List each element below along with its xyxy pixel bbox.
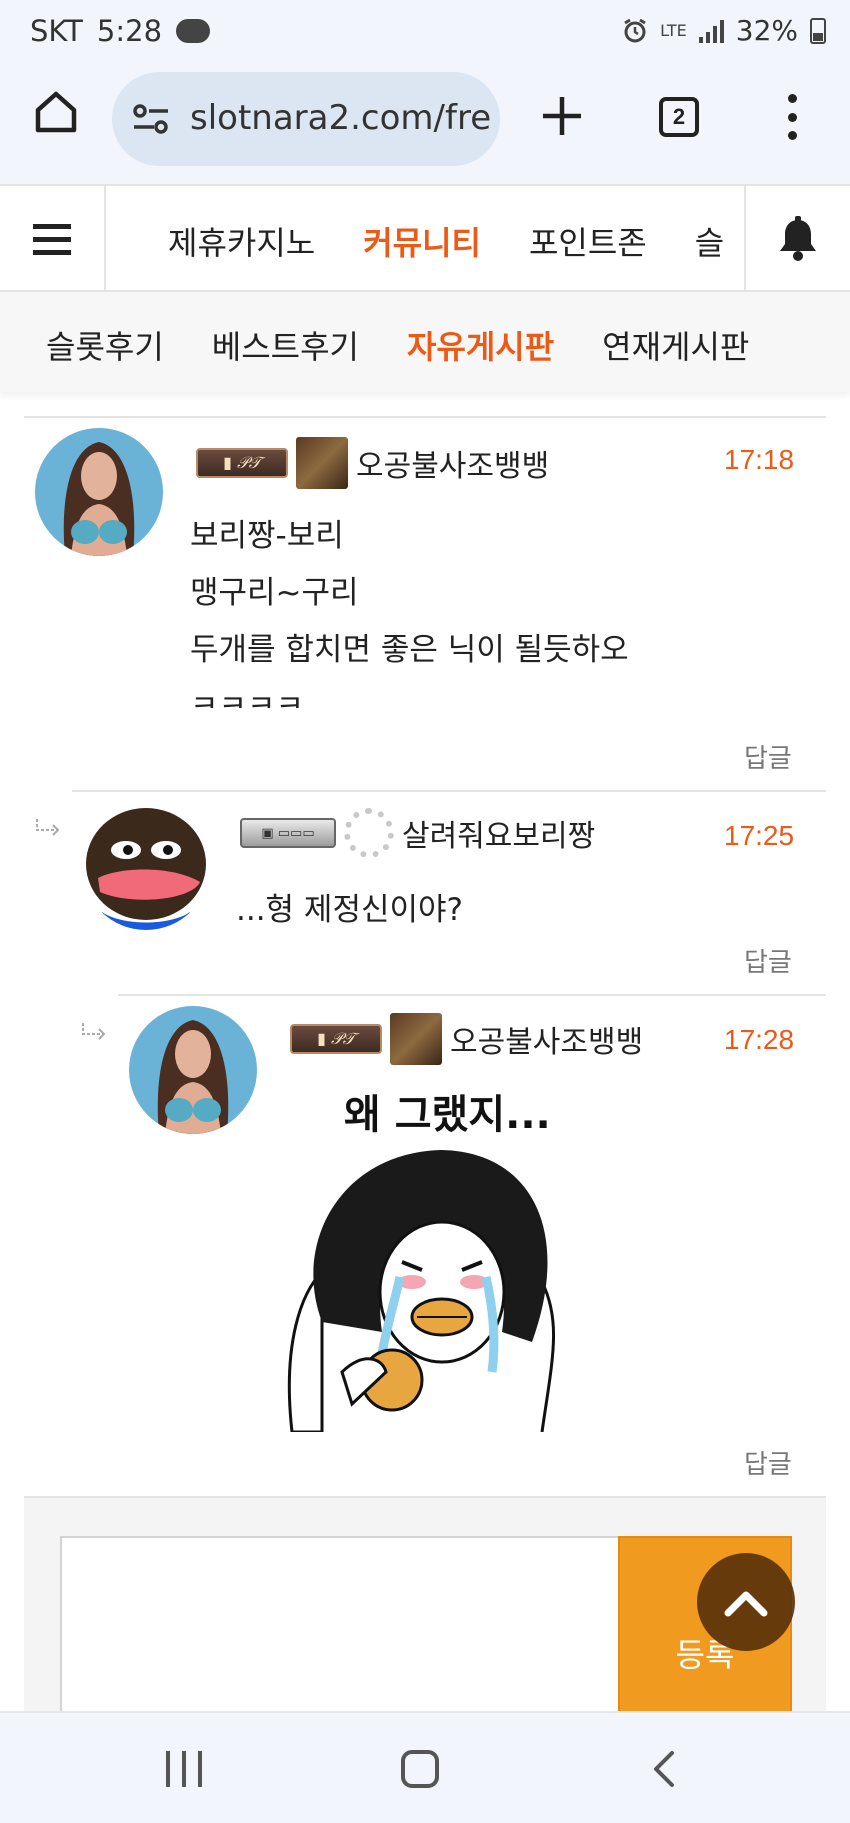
tab-switcher-button[interactable]: 2 [659,97,699,137]
home-icon[interactable] [32,88,80,136]
site-settings-icon[interactable] [132,102,170,136]
cloud-icon [176,19,211,43]
comment-author[interactable]: 오공불사조뱅뱅 [450,1017,643,1061]
comment-sticker: 왜 그랬지... [282,1082,612,1442]
carrier-label: SKT [30,14,83,48]
status-bar: SKT 5:28 LTE 32% [0,0,850,66]
comment-line: 맹구리~구리 [190,575,359,611]
tab-best-review[interactable]: 베스트후기 [212,322,359,368]
address-bar[interactable]: slotnara2.com/free [112,72,500,166]
chevron-up-icon[interactable] [724,1587,768,1617]
rank-badge [390,1013,442,1065]
alarm-icon [624,18,646,42]
clock: 5:28 [96,14,163,48]
tab-slot-review[interactable]: 슬롯후기 [46,322,164,368]
bell-icon[interactable] [777,216,819,262]
signal-icon [698,19,724,43]
status-right: LTE 32% [622,14,826,47]
comment-time: 17:28 [724,1024,795,1055]
level-badge: ▮ 𝒫𝒯 [196,448,288,478]
comment-line: ㅋㅋㅋㅋ [190,689,305,708]
system-navigation-bar [0,1711,850,1823]
battery-icon [810,17,826,44]
network-label: LTE [660,20,687,40]
hamburger-icon[interactable] [0,186,106,292]
main-menu: 제휴카지노 커뮤니티 포인트존 슬 [168,218,728,268]
comment-time: 17:25 [724,820,795,851]
level-badge: ▣ ▭▭▭ [240,818,336,848]
avatar[interactable] [129,1006,257,1134]
user-badges: ▮ 𝒫𝒯 오공불사조뱅뱅 [290,1012,643,1066]
user-badges: ▮ 𝒫𝒯 오공불사조뱅뱅 [196,436,549,490]
comment-body: ...형 제정신이야? [236,882,463,939]
comment-line: 두개를 합치면 좋은 닉이 될듯하오 [190,632,629,668]
status-left: SKT 5:28 [30,14,211,48]
recent-apps-icon[interactable] [166,1751,202,1787]
nav-item-truncated[interactable]: 슬 [695,218,724,268]
nav-item-partner-casino[interactable]: 제휴카지노 [168,218,315,268]
new-tab-icon[interactable] [540,94,584,138]
sticker-caption: 왜 그랬지... [344,1092,551,1138]
scroll-to-top-button[interactable] [697,1553,795,1651]
more-options-icon[interactable] [784,94,800,140]
divider [72,790,826,792]
avatar[interactable] [35,428,163,556]
comment-line: 보리짱-보리 [190,518,344,554]
url-text[interactable]: slotnara2.com/free [190,98,490,138]
board-tabs: 슬롯후기 베스트후기 자유게시판 연재게시판 [0,292,850,392]
reply-button[interactable]: 답글 [744,942,792,979]
crying-face-sticker [287,1150,555,1432]
board-tab-list: 슬롯후기 베스트후기 자유게시판 연재게시판 [46,322,749,368]
user-badges: ▣ ▭▭▭ 살려줘요보리짱 [240,806,595,860]
rank-badge [344,808,394,858]
browser-toolbar: slotnara2.com/free 2 [0,66,850,184]
comment-author[interactable]: 오공불사조뱅뱅 [356,441,549,485]
divider [118,994,826,996]
reply-arrow-icon [82,1023,106,1040]
comment-time: 17:18 [724,444,795,475]
reply-button[interactable]: 답글 [744,1444,792,1481]
nav-item-point-zone[interactable]: 포인트존 [529,218,647,268]
comment-body: 보리짱-보리 맹구리~구리 두개를 합치면 좋은 닉이 될듯하오 ㅋㅋㅋㅋ [190,508,629,708]
comment-line: ...형 제정신이야? [236,892,463,928]
tab-free-board[interactable]: 자유게시판 [407,322,554,368]
comment-input[interactable] [60,1536,620,1726]
site-nav: 제휴카지노 커뮤니티 포인트존 슬 [0,184,850,292]
divider [24,416,826,418]
nav-item-community[interactable]: 커뮤니티 [363,218,481,268]
avatar[interactable] [82,802,210,930]
tab-serial-board[interactable]: 연재게시판 [602,322,749,368]
rank-badge [296,437,348,489]
level-badge: ▮ 𝒫𝒯 [290,1024,382,1054]
back-icon[interactable] [648,1749,678,1789]
reply-arrow-icon [36,819,60,836]
reply-button[interactable]: 답글 [744,738,792,775]
notification-button[interactable] [744,186,850,292]
battery-label: 32% [735,14,798,47]
comment-author[interactable]: 살려줘요보리짱 [402,811,595,855]
system-home-icon[interactable] [401,1750,439,1788]
